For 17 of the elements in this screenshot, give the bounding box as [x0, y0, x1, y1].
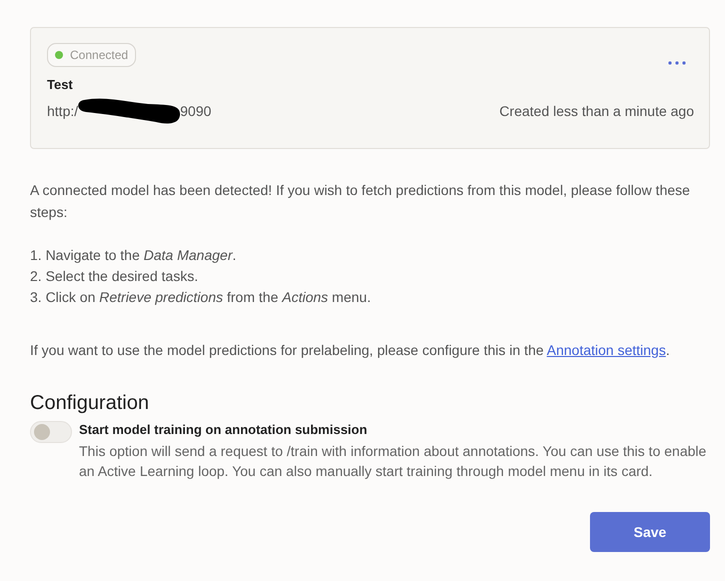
option-description: This option will send a request to /train with information about annotations. You can use this to enable an Active Learning loop. You can also manually start training through model menu in its card. [79, 442, 708, 481]
model-name: Test [47, 77, 74, 92]
status-badge: Connected [47, 43, 136, 67]
annotation-settings-link[interactable]: Annotation settings [546, 342, 666, 358]
url-text: http:/ [47, 103, 78, 119]
option-label: Start model training on annotation submission [79, 421, 368, 439]
paragraph: A connected model has been detected! If you wish to fetch predictions from this model, please follow these steps: [30, 181, 691, 222]
step-text: 3. Click on Retrieve predictions from the Actions menu. [30, 288, 372, 307]
section-title: Configuration [30, 392, 150, 415]
paragraph: If you want to use the model predictions for prelabeling, please configure this in the Annotation settings. [30, 341, 671, 360]
save-button[interactable]: Save [590, 512, 710, 552]
step-text: 2. Select the desired tasks. [30, 267, 200, 286]
created-time: Created less than a minute ago [499, 103, 694, 119]
url-text: 9090 [180, 103, 212, 119]
more-menu-icon[interactable] [668, 61, 686, 65]
toggle-switch[interactable] [30, 421, 72, 443]
step-text: 1. Navigate to the Data Manager. [30, 246, 238, 265]
